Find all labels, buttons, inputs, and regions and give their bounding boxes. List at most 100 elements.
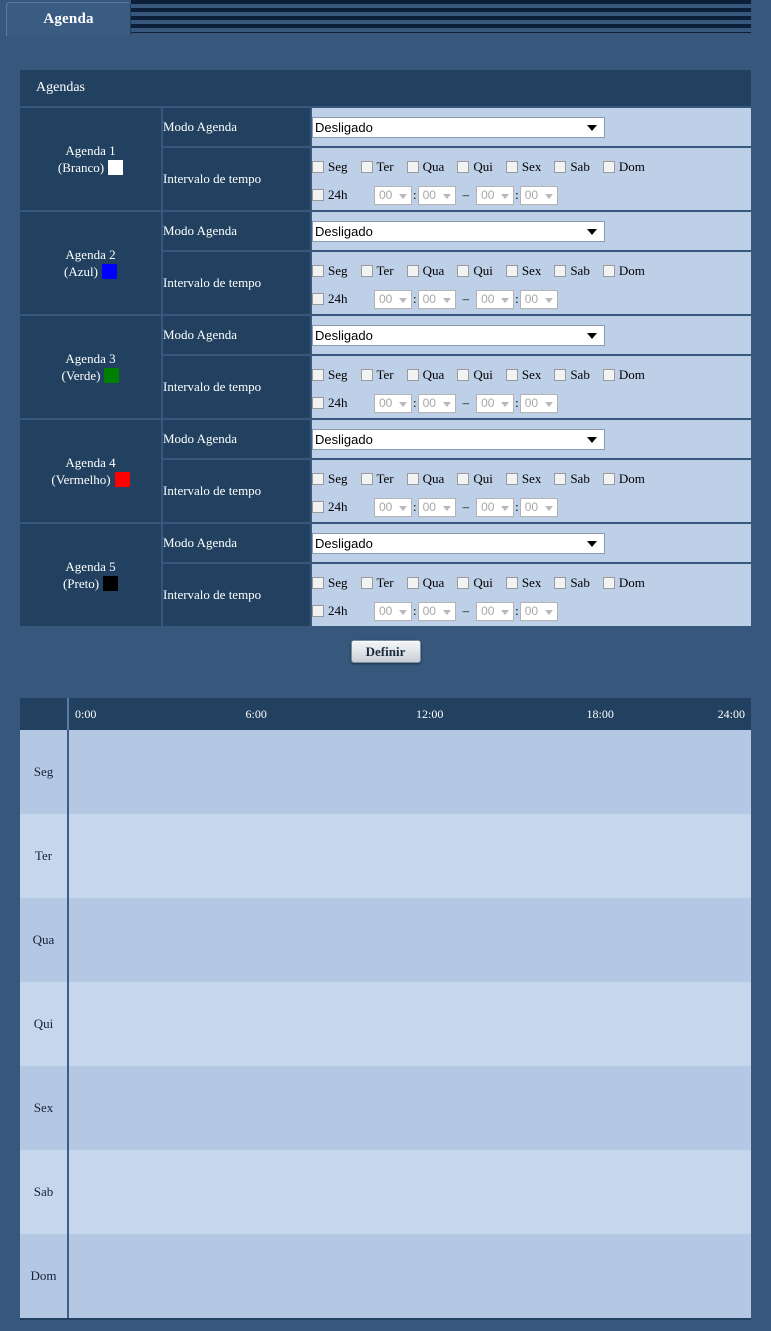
day-checkbox-seg[interactable]: Seg	[312, 159, 348, 175]
schedule-mode-select-3[interactable]: Desligado	[312, 324, 605, 346]
day-checkbox-sab[interactable]: Sab	[554, 159, 590, 175]
time-range-group: 24h 00:00–00:00	[312, 288, 751, 310]
all-day-checkbox[interactable]: 24h	[312, 499, 374, 515]
checkbox-box-icon	[554, 369, 567, 381]
day-checkbox-label: Sex	[521, 471, 542, 486]
all-day-checkbox[interactable]: 24h	[312, 291, 374, 307]
day-checkbox-ter[interactable]: Ter	[360, 471, 394, 487]
day-checkbox-seg[interactable]: Seg	[312, 263, 348, 279]
start-minute-select[interactable]: 00	[417, 393, 456, 413]
chevron-down-icon	[399, 505, 407, 511]
start-minute-select[interactable]: 00	[417, 289, 456, 309]
all-day-checkbox[interactable]: 24h	[312, 395, 374, 411]
day-checkbox-dom[interactable]: Dom	[602, 367, 645, 383]
day-checkbox-qui[interactable]: Qui	[457, 367, 493, 383]
timeline-track[interactable]	[67, 982, 751, 1066]
end-hour-select[interactable]: 00	[476, 289, 515, 309]
end-minute-select[interactable]: 00	[519, 601, 558, 621]
day-checkbox-sex[interactable]: Sex	[505, 367, 541, 383]
timeline-track[interactable]	[67, 898, 751, 982]
end-minute-select[interactable]: 00	[519, 497, 558, 517]
chevron-down-icon	[399, 297, 407, 303]
day-checkbox-dom[interactable]: Dom	[602, 159, 645, 175]
schedule-mode-select-1[interactable]: Desligado	[312, 116, 605, 138]
day-checkbox-qua[interactable]: Qua	[406, 575, 445, 591]
checkbox-box-icon	[554, 161, 567, 173]
start-hour-select[interactable]: 00	[374, 601, 412, 621]
timeline-track[interactable]	[67, 730, 751, 814]
day-checkbox-seg[interactable]: Seg	[312, 471, 348, 487]
day-checkbox-qua[interactable]: Qua	[406, 471, 444, 487]
day-checkbox-qui[interactable]: Qui	[457, 263, 493, 279]
day-checkbox-sab[interactable]: Sab	[554, 471, 590, 487]
start-hour-select[interactable]: 00	[374, 185, 412, 205]
start-hour-select[interactable]: 00	[374, 289, 412, 309]
day-checkbox-qua[interactable]: Qua	[406, 367, 444, 383]
time-colon: :	[413, 499, 417, 514]
day-checkbox-seg[interactable]: Seg	[312, 367, 348, 383]
timeline-track[interactable]	[67, 1066, 751, 1150]
day-checkbox-sab[interactable]: Sab	[554, 263, 590, 279]
start-minute-select[interactable]: 00	[417, 185, 456, 205]
day-checkbox-ter[interactable]: Ter	[360, 575, 394, 591]
checkbox-box-icon	[312, 161, 324, 173]
day-checkbox-ter[interactable]: Ter	[360, 159, 394, 175]
checkbox-box-icon	[505, 161, 518, 173]
day-checkbox-dom[interactable]: Dom	[602, 263, 645, 279]
day-checkbox-sex[interactable]: Sex	[505, 471, 542, 487]
range-separator: –	[462, 603, 470, 618]
checkbox-box-icon	[360, 577, 373, 589]
end-minute-select[interactable]: 00	[519, 185, 558, 205]
end-hour-select[interactable]: 00	[476, 497, 515, 517]
start-minute-select[interactable]: 00	[417, 497, 456, 517]
day-checkbox-dom[interactable]: Dom	[602, 575, 645, 591]
schedule-mode-select-4[interactable]: Desligado	[312, 428, 605, 450]
day-checkbox-sab[interactable]: Sab	[554, 575, 590, 591]
start-minute-select[interactable]: 00	[417, 601, 456, 621]
checkbox-box-icon	[360, 161, 373, 173]
timeline-day-label: Seg	[20, 730, 67, 814]
start-hour-select[interactable]: 00	[374, 497, 412, 517]
set-button[interactable]: Definir	[350, 640, 421, 663]
day-checkbox-qui[interactable]: Qui	[457, 471, 493, 487]
end-hour-select[interactable]: 00	[476, 393, 515, 413]
interval-label-cell: Intervalo de tempo	[163, 564, 312, 628]
schedule-mode-select-2[interactable]: Desligado	[312, 220, 605, 242]
agenda-color-name: (Azul)	[64, 264, 98, 279]
end-minute-select-value: 00	[524, 188, 539, 202]
day-checkbox-seg[interactable]: Seg	[312, 575, 348, 591]
all-day-checkbox[interactable]: 24h	[312, 603, 374, 619]
mode-select-wrap: Desligado	[312, 324, 605, 346]
tab-agenda[interactable]: Agenda	[6, 2, 131, 36]
end-minute-select[interactable]: 00	[519, 289, 558, 309]
day-checkbox-sex[interactable]: Sex	[505, 575, 541, 591]
end-minute-select-value: 00	[524, 604, 539, 618]
day-checkbox-qui[interactable]: Qui	[457, 575, 493, 591]
day-checkbox-sab[interactable]: Sab	[554, 367, 590, 383]
timeline-track[interactable]	[67, 1150, 751, 1234]
timeline-track[interactable]	[67, 814, 751, 898]
end-hour-select[interactable]: 00	[476, 601, 515, 621]
schedule-mode-select-5[interactable]: Desligado	[312, 532, 605, 554]
day-checkbox-sex[interactable]: Sex	[505, 263, 541, 279]
start-hour-select[interactable]: 00	[374, 393, 412, 413]
end-minute-select[interactable]: 00	[519, 393, 558, 413]
range-separator: –	[462, 187, 470, 202]
day-checkbox-label: Dom	[618, 159, 645, 174]
day-checkbox-qua[interactable]: Qua	[406, 263, 444, 279]
all-day-checkbox[interactable]: 24h	[312, 187, 374, 203]
day-checkbox-ter[interactable]: Ter	[360, 263, 394, 279]
submit-bar: Definir	[20, 640, 751, 663]
timeline-day-label: Qua	[20, 898, 67, 982]
day-checkbox-qua[interactable]: Qua	[406, 159, 444, 175]
day-checkbox-sex[interactable]: Sex	[505, 159, 541, 175]
timeline-track[interactable]	[67, 1234, 751, 1318]
day-checkbox-qui[interactable]: Qui	[457, 159, 493, 175]
mode-label-cell: Modo Agenda	[163, 108, 312, 148]
day-checkbox-label: Qua	[422, 575, 445, 590]
day-checkbox-dom[interactable]: Dom	[602, 471, 645, 487]
agenda-name-cell-3: Agenda 3 (Verde)	[20, 316, 163, 420]
end-hour-select[interactable]: 00	[476, 185, 515, 205]
checkbox-box-icon	[457, 161, 470, 173]
day-checkbox-ter[interactable]: Ter	[360, 367, 394, 383]
